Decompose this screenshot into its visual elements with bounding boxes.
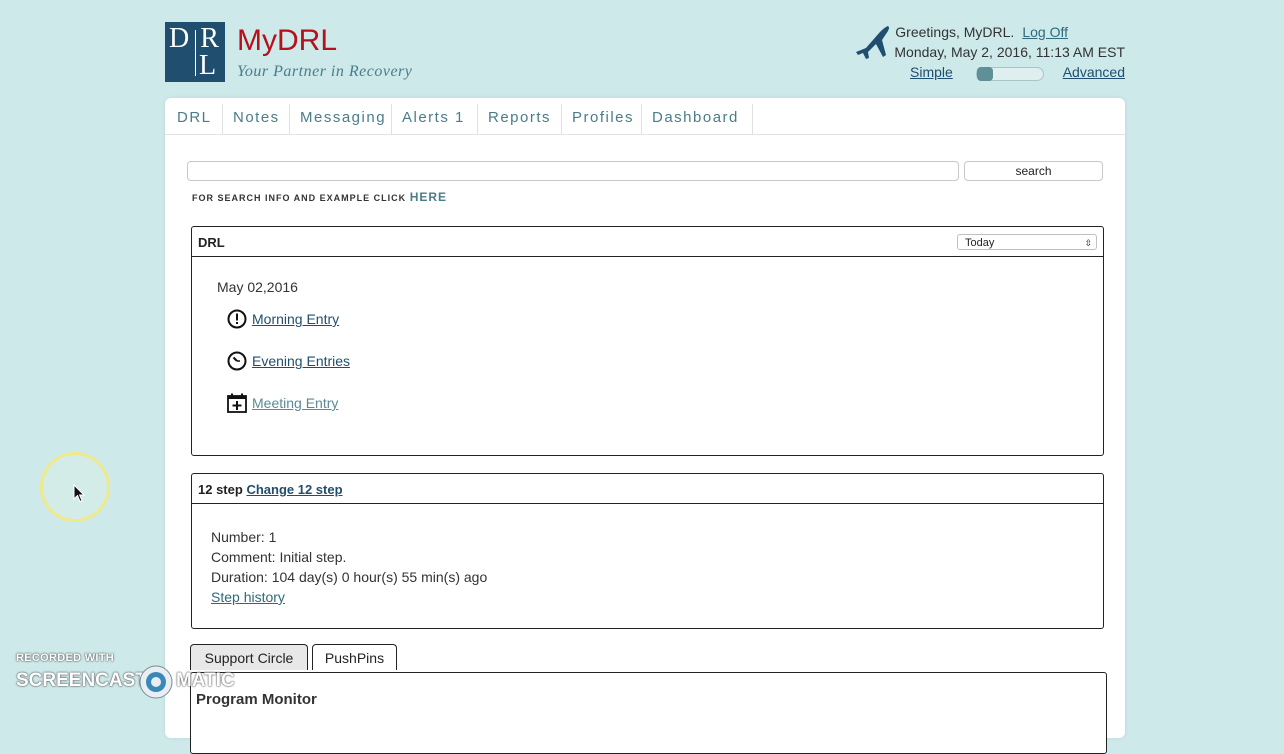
screencast-logo-icon: [139, 665, 173, 699]
greeting-text: Greetings, MyDRL.: [895, 24, 1015, 40]
watermark-matic: MATIC: [176, 670, 235, 691]
nav-item-reports[interactable]: Reports: [478, 104, 562, 134]
step-number: Number: 1: [211, 529, 277, 545]
evening-entries-link[interactable]: Evening Entries: [252, 353, 350, 369]
mode-switcher: Simple Advanced: [910, 64, 1125, 82]
nav-item-dashboard[interactable]: Dashboard: [642, 104, 753, 134]
step-duration: Duration: 104 day(s) 0 hour(s) 55 min(s)…: [211, 569, 488, 585]
clock-icon: [227, 351, 247, 371]
main-panel: DRL Notes Messaging Alerts 1 Reports Pro…: [165, 98, 1125, 754]
drl-box-header: DRL Today ⇳: [192, 227, 1103, 257]
step-box-title: 12 step: [198, 482, 243, 497]
airplane-icon: [856, 26, 889, 59]
drl-box-title: DRL: [198, 235, 225, 250]
nav-item-alerts[interactable]: Alerts 1: [392, 104, 478, 134]
period-select-value: Today: [965, 237, 995, 249]
drl-box: DRL Today ⇳ May 02,2016 Morning Entry Ev…: [191, 226, 1104, 456]
search-info-text: FOR SEARCH INFO AND EXAMPLE CLICK: [192, 193, 407, 203]
log-off-link[interactable]: Log Off: [1022, 24, 1068, 40]
mode-slider-knob[interactable]: [977, 67, 993, 81]
greeting-row: Greetings, MyDRL. Log Off: [895, 24, 1068, 40]
search-info-link[interactable]: HERE: [410, 190, 447, 204]
drl-logo: D R L: [165, 22, 225, 82]
main-nav: DRL Notes Messaging Alerts 1 Reports Pro…: [165, 104, 1125, 135]
brand-name: MyDRL: [237, 24, 338, 57]
meeting-entry-link[interactable]: Meeting Entry: [252, 395, 338, 411]
mode-slider[interactable]: [976, 67, 1044, 81]
search-input[interactable]: [187, 161, 959, 181]
simple-mode-link[interactable]: Simple: [910, 64, 953, 80]
period-select[interactable]: Today ⇳: [957, 234, 1097, 250]
mouse-cursor-icon: [73, 484, 86, 503]
brand-tagline: Your Partner in Recovery: [237, 63, 413, 80]
select-arrows-icon: ⇳: [1084, 238, 1092, 248]
watermark-screencast: SCREENCAST: [16, 670, 147, 691]
search-info: FOR SEARCH INFO AND EXAMPLE CLICK HERE: [192, 190, 447, 204]
search-button[interactable]: search: [964, 161, 1103, 181]
step-box: 12 step Change 12 step Number: 1 Comment…: [191, 473, 1104, 629]
logo-letter-l: L: [199, 50, 217, 81]
morning-entry-link[interactable]: Morning Entry: [252, 311, 339, 327]
change-step-link[interactable]: Change 12 step: [246, 482, 342, 497]
step-comment: Comment: Initial step.: [211, 549, 347, 565]
nav-item-notes[interactable]: Notes: [223, 104, 290, 134]
program-monitor-box: Program Monitor: [190, 672, 1107, 754]
nav-item-drl[interactable]: DRL: [167, 104, 223, 134]
step-box-title-row: 12 step Change 12 step: [198, 482, 343, 497]
alert-circle-icon: [227, 309, 247, 329]
tab-support-circle[interactable]: Support Circle: [190, 644, 308, 670]
current-datetime: Monday, May 2, 2016, 11:13 AM EST: [894, 44, 1125, 60]
drl-date: May 02,2016: [217, 279, 298, 295]
program-monitor-title: Program Monitor: [196, 691, 317, 708]
calendar-add-icon: [227, 393, 247, 413]
nav-item-profiles[interactable]: Profiles: [562, 104, 642, 134]
step-history-link[interactable]: Step history: [211, 589, 285, 605]
step-box-header: 12 step Change 12 step: [192, 474, 1103, 504]
advanced-mode-link[interactable]: Advanced: [1063, 64, 1125, 80]
watermark-recorded-with: RECORDED WITH: [16, 652, 115, 664]
logo-divider: [195, 30, 196, 76]
tab-pushpins[interactable]: PushPins: [312, 644, 397, 670]
nav-item-messaging[interactable]: Messaging: [290, 104, 392, 134]
step-history-row: Step history: [211, 589, 285, 605]
